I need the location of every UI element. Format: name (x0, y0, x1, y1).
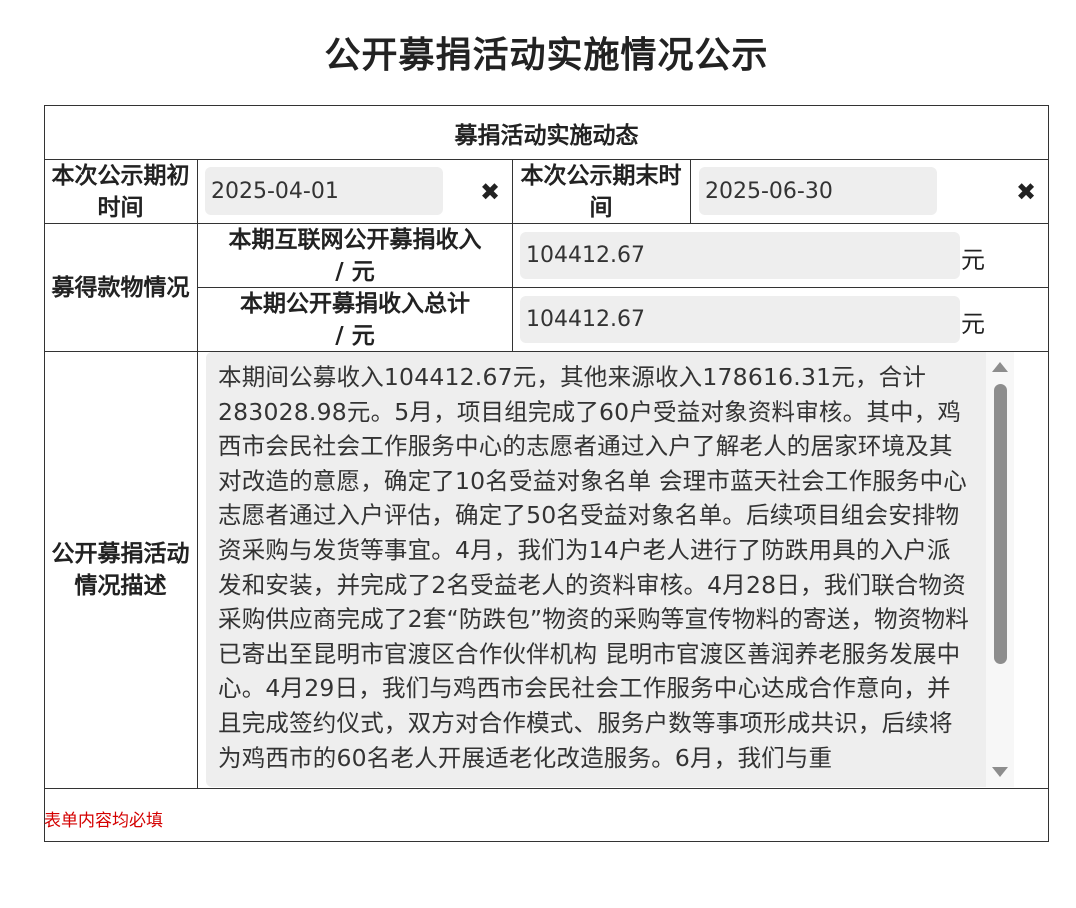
total-income-input[interactable]: 104412.67 (520, 296, 960, 343)
currency-unit: 元 (961, 310, 985, 338)
funds-group-label: 募得款物情况 (51, 274, 190, 301)
total-income-label: 本期公开募捐收入总计 / 元 (240, 290, 470, 349)
currency-unit: 元 (961, 246, 985, 274)
description-label: 公开募捐活动情况描述 (51, 541, 190, 599)
required-note: 表单内容均必填 (44, 811, 163, 831)
period-start-label: 本次公示期初时间 (51, 162, 190, 221)
divider (690, 159, 691, 223)
description-text: 本期间公募收入104412.67元，其他来源收入178616.31元，合计283… (218, 363, 969, 772)
close-icon[interactable]: ✖ (1015, 180, 1037, 204)
page-title: 公开募捐活动实施情况公示 (324, 35, 769, 76)
section-header: 募捐活动实施动态 (454, 122, 639, 149)
close-icon[interactable]: ✖ (479, 180, 501, 204)
divider (197, 159, 198, 788)
period-end-label: 本次公示期末时间 (520, 162, 682, 221)
scroll-thumb[interactable] (994, 384, 1007, 664)
period-end-input[interactable]: 2025-06-30 (699, 167, 937, 215)
description-scrollbar[interactable] (986, 352, 1014, 787)
divider (44, 788, 1049, 789)
period-start-input[interactable]: 2025-04-01 (205, 167, 443, 215)
internet-income-label: 本期互联网公开募捐收入 / 元 (228, 226, 482, 285)
description-textarea[interactable]: 本期间公募收入104412.67元，其他来源收入178616.31元，合计283… (206, 352, 1014, 787)
scroll-up-arrow-icon[interactable] (992, 362, 1008, 372)
internet-income-input[interactable]: 104412.67 (520, 232, 960, 279)
scroll-down-arrow-icon[interactable] (992, 767, 1008, 777)
divider (512, 159, 513, 351)
